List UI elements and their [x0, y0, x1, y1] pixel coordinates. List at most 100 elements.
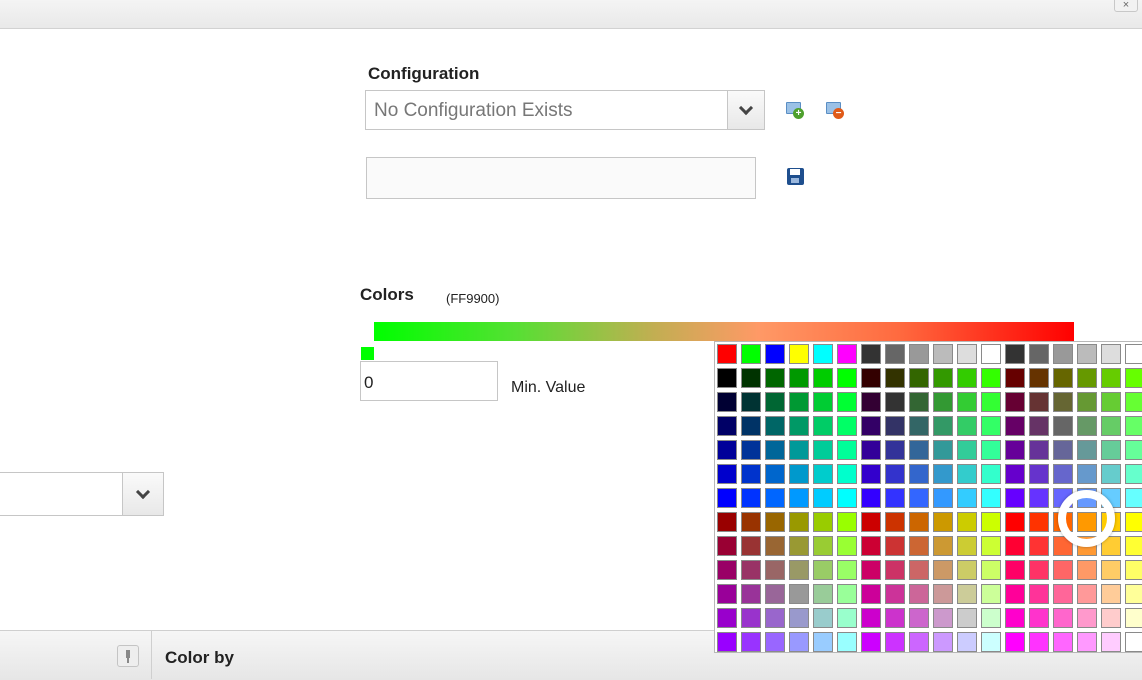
save-icon[interactable]	[787, 168, 804, 185]
palette-swatch[interactable]	[885, 440, 905, 460]
palette-swatch[interactable]	[1125, 368, 1142, 388]
palette-swatch[interactable]	[1029, 512, 1049, 532]
palette-swatch[interactable]	[885, 344, 905, 364]
palette-swatch[interactable]	[861, 632, 881, 652]
palette-swatch[interactable]	[741, 512, 761, 532]
palette-swatch[interactable]	[741, 344, 761, 364]
min-value-input[interactable]	[360, 361, 498, 401]
palette-swatch[interactable]	[717, 368, 737, 388]
palette-swatch[interactable]	[981, 488, 1001, 508]
palette-swatch[interactable]	[933, 488, 953, 508]
palette-swatch[interactable]	[1005, 416, 1025, 436]
palette-swatch[interactable]	[1125, 488, 1142, 508]
palette-swatch[interactable]	[861, 584, 881, 604]
palette-swatch[interactable]	[741, 464, 761, 484]
remove-configuration-icon[interactable]: −	[824, 100, 846, 122]
palette-swatch[interactable]	[717, 512, 737, 532]
palette-swatch[interactable]	[885, 632, 905, 652]
palette-swatch[interactable]	[933, 440, 953, 460]
palette-swatch[interactable]	[837, 632, 857, 652]
palette-swatch[interactable]	[813, 368, 833, 388]
palette-swatch[interactable]	[1125, 464, 1142, 484]
palette-swatch[interactable]	[789, 584, 809, 604]
palette-swatch[interactable]	[741, 536, 761, 556]
palette-swatch[interactable]	[1077, 440, 1097, 460]
palette-swatch[interactable]	[813, 584, 833, 604]
palette-swatch[interactable]	[837, 392, 857, 412]
palette-swatch[interactable]	[765, 584, 785, 604]
palette-swatch[interactable]	[1029, 464, 1049, 484]
palette-swatch[interactable]	[813, 440, 833, 460]
palette-swatch[interactable]	[1101, 464, 1121, 484]
palette-swatch[interactable]	[957, 584, 977, 604]
palette-swatch[interactable]	[1029, 440, 1049, 460]
palette-swatch[interactable]	[1125, 560, 1142, 580]
palette-swatch[interactable]	[789, 464, 809, 484]
palette-swatch[interactable]	[1029, 416, 1049, 436]
palette-swatch[interactable]	[789, 632, 809, 652]
palette-swatch[interactable]	[981, 416, 1001, 436]
palette-swatch[interactable]	[717, 464, 737, 484]
palette-swatch[interactable]	[1053, 440, 1073, 460]
palette-swatch[interactable]	[861, 368, 881, 388]
palette-swatch[interactable]	[885, 536, 905, 556]
palette-swatch[interactable]	[1029, 344, 1049, 364]
palette-swatch[interactable]	[1005, 368, 1025, 388]
palette-swatch[interactable]	[1005, 608, 1025, 628]
palette-swatch[interactable]	[789, 416, 809, 436]
palette-swatch[interactable]	[981, 344, 1001, 364]
configuration-select[interactable]: No Configuration Exists	[365, 90, 765, 130]
add-configuration-icon[interactable]: +	[784, 100, 806, 122]
palette-swatch[interactable]	[765, 512, 785, 532]
palette-swatch[interactable]	[837, 584, 857, 604]
palette-swatch[interactable]	[1101, 368, 1121, 388]
palette-swatch[interactable]	[1053, 608, 1073, 628]
palette-swatch[interactable]	[1053, 632, 1073, 652]
palette-swatch[interactable]	[1077, 392, 1097, 412]
palette-swatch[interactable]	[813, 344, 833, 364]
palette-swatch[interactable]	[1101, 344, 1121, 364]
palette-swatch[interactable]	[789, 608, 809, 628]
palette-swatch[interactable]	[885, 488, 905, 508]
palette-swatch[interactable]	[957, 392, 977, 412]
palette-swatch[interactable]	[1005, 512, 1025, 532]
palette-swatch[interactable]	[981, 632, 1001, 652]
min-color-marker[interactable]	[361, 347, 374, 360]
palette-swatch[interactable]	[789, 560, 809, 580]
palette-swatch[interactable]	[1029, 488, 1049, 508]
palette-swatch[interactable]	[1125, 608, 1142, 628]
palette-swatch[interactable]	[1077, 368, 1097, 388]
palette-swatch[interactable]	[933, 368, 953, 388]
palette-swatch[interactable]	[837, 440, 857, 460]
palette-swatch[interactable]	[741, 608, 761, 628]
palette-swatch[interactable]	[1029, 632, 1049, 652]
palette-swatch[interactable]	[765, 608, 785, 628]
palette-swatch[interactable]	[909, 488, 929, 508]
palette-swatch[interactable]	[813, 608, 833, 628]
palette-swatch[interactable]	[717, 560, 737, 580]
palette-swatch[interactable]	[789, 512, 809, 532]
palette-swatch[interactable]	[909, 536, 929, 556]
palette-swatch[interactable]	[1101, 632, 1121, 652]
palette-swatch[interactable]	[813, 416, 833, 436]
palette-swatch[interactable]	[717, 416, 737, 436]
color-gradient-bar[interactable]	[374, 322, 1074, 341]
palette-swatch[interactable]	[933, 560, 953, 580]
palette-swatch[interactable]	[909, 584, 929, 604]
palette-swatch[interactable]	[1029, 608, 1049, 628]
palette-swatch[interactable]	[717, 608, 737, 628]
palette-swatch[interactable]	[1077, 584, 1097, 604]
palette-swatch[interactable]	[789, 488, 809, 508]
palette-swatch[interactable]	[717, 344, 737, 364]
palette-swatch[interactable]	[885, 464, 905, 484]
palette-swatch[interactable]	[765, 392, 785, 412]
close-button[interactable]: ×	[1114, 0, 1138, 12]
palette-swatch[interactable]	[1125, 416, 1142, 436]
palette-swatch[interactable]	[837, 416, 857, 436]
palette-swatch[interactable]	[885, 392, 905, 412]
palette-swatch[interactable]	[765, 344, 785, 364]
palette-swatch[interactable]	[933, 416, 953, 436]
palette-swatch[interactable]	[909, 512, 929, 532]
palette-swatch[interactable]	[1029, 536, 1049, 556]
palette-swatch[interactable]	[1029, 560, 1049, 580]
